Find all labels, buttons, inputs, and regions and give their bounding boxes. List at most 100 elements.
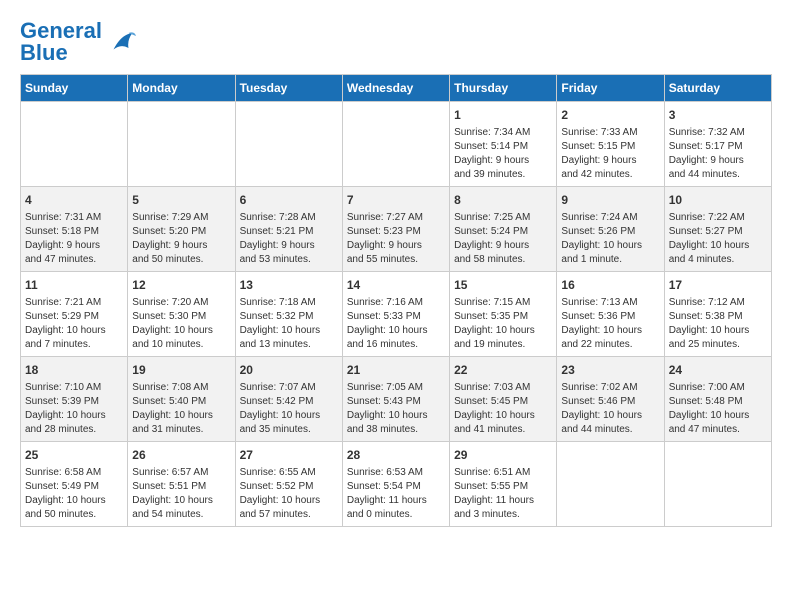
day-number: 26 [132, 446, 230, 464]
day-number: 3 [669, 106, 767, 124]
calendar-day-cell: 18 Sunrise: 7:10 AM Sunset: 5:39 PM Dayli… [21, 357, 128, 442]
day-number: 23 [561, 361, 659, 379]
weekday-header-cell: Friday [557, 75, 664, 102]
calendar-day-cell: 8 Sunrise: 7:25 AM Sunset: 5:24 PM Daylig… [450, 187, 557, 272]
day-info: Sunrise: 7:03 AM Sunset: 5:45 PM Dayligh… [454, 381, 552, 437]
calendar-day-cell: 21 Sunrise: 7:05 AM Sunset: 5:43 PM Dayli… [342, 357, 449, 442]
day-info: Sunrise: 7:02 AM Sunset: 5:46 PM Dayligh… [561, 381, 659, 437]
day-number: 13 [240, 276, 338, 294]
day-info: Sunrise: 7:20 AM Sunset: 5:30 PM Dayligh… [132, 296, 230, 352]
day-number: 20 [240, 361, 338, 379]
calendar-day-cell: 4Sunrise: 7:31 AM Sunset: 5:18 PM Daylig… [21, 187, 128, 272]
calendar-day-cell: 5Sunrise: 7:29 AM Sunset: 5:20 PM Daylig… [128, 187, 235, 272]
calendar-day-cell: 9 Sunrise: 7:24 AM Sunset: 5:26 PM Daylig… [557, 187, 664, 272]
day-number: 7 [347, 191, 445, 209]
day-info: Sunrise: 7:08 AM Sunset: 5:40 PM Dayligh… [132, 381, 230, 437]
calendar-day-cell: 19 Sunrise: 7:08 AM Sunset: 5:40 PM Dayli… [128, 357, 235, 442]
logo-bird-icon [106, 27, 136, 57]
calendar-day-cell: 20 Sunrise: 7:07 AM Sunset: 5:42 PM Dayli… [235, 357, 342, 442]
page-header: General Blue [20, 20, 772, 64]
day-number: 19 [132, 361, 230, 379]
weekday-header-cell: Thursday [450, 75, 557, 102]
logo: General Blue [20, 20, 136, 64]
day-info: Sunrise: 7:32 AM Sunset: 5:17 PM Dayligh… [669, 126, 767, 182]
calendar-day-cell: 22Sunrise: 7:03 AM Sunset: 5:45 PM Dayli… [450, 357, 557, 442]
day-number: 10 [669, 191, 767, 209]
day-number: 16 [561, 276, 659, 294]
calendar-week-row: 1 Sunrise: 7:34 AM Sunset: 5:14 PM Daylig… [21, 102, 772, 187]
day-info: Sunrise: 7:15 AM Sunset: 5:35 PM Dayligh… [454, 296, 552, 352]
calendar-day-cell: 11Sunrise: 7:21 AM Sunset: 5:29 PM Dayli… [21, 272, 128, 357]
calendar-day-cell: 24Sunrise: 7:00 AM Sunset: 5:48 PM Dayli… [664, 357, 771, 442]
calendar-body: 1 Sunrise: 7:34 AM Sunset: 5:14 PM Daylig… [21, 102, 772, 527]
calendar-day-cell: 28 Sunrise: 6:53 AM Sunset: 5:54 PM Dayli… [342, 442, 449, 527]
day-number: 15 [454, 276, 552, 294]
calendar-day-cell: 7 Sunrise: 7:27 AM Sunset: 5:23 PM Daylig… [342, 187, 449, 272]
day-info: Sunrise: 7:28 AM Sunset: 5:21 PM Dayligh… [240, 211, 338, 267]
day-number: 25 [25, 446, 123, 464]
calendar-day-cell [235, 102, 342, 187]
calendar-table: SundayMondayTuesdayWednesdayThursdayFrid… [20, 74, 772, 527]
day-number: 9 [561, 191, 659, 209]
calendar-week-row: 25 Sunrise: 6:58 AM Sunset: 5:49 PM Dayli… [21, 442, 772, 527]
calendar-day-cell: 16 Sunrise: 7:13 AM Sunset: 5:36 PM Dayli… [557, 272, 664, 357]
calendar-day-cell: 17 Sunrise: 7:12 AM Sunset: 5:38 PM Dayli… [664, 272, 771, 357]
weekday-header-cell: Wednesday [342, 75, 449, 102]
day-info: Sunrise: 7:18 AM Sunset: 5:32 PM Dayligh… [240, 296, 338, 352]
day-info: Sunrise: 7:31 AM Sunset: 5:18 PM Dayligh… [25, 211, 123, 267]
day-number: 12 [132, 276, 230, 294]
day-info: Sunrise: 7:24 AM Sunset: 5:26 PM Dayligh… [561, 211, 659, 267]
calendar-day-cell: 2Sunrise: 7:33 AM Sunset: 5:15 PM Daylig… [557, 102, 664, 187]
calendar-day-cell: 3 Sunrise: 7:32 AM Sunset: 5:17 PM Daylig… [664, 102, 771, 187]
calendar-day-cell: 27 Sunrise: 6:55 AM Sunset: 5:52 PM Dayli… [235, 442, 342, 527]
day-info: Sunrise: 6:55 AM Sunset: 5:52 PM Dayligh… [240, 466, 338, 522]
day-info: Sunrise: 7:12 AM Sunset: 5:38 PM Dayligh… [669, 296, 767, 352]
day-number: 6 [240, 191, 338, 209]
day-number: 17 [669, 276, 767, 294]
calendar-week-row: 18 Sunrise: 7:10 AM Sunset: 5:39 PM Dayli… [21, 357, 772, 442]
logo-text: General Blue [20, 20, 102, 64]
day-number: 18 [25, 361, 123, 379]
day-info: Sunrise: 7:22 AM Sunset: 5:27 PM Dayligh… [669, 211, 767, 267]
day-info: Sunrise: 7:29 AM Sunset: 5:20 PM Dayligh… [132, 211, 230, 267]
calendar-week-row: 4Sunrise: 7:31 AM Sunset: 5:18 PM Daylig… [21, 187, 772, 272]
day-info: Sunrise: 7:10 AM Sunset: 5:39 PM Dayligh… [25, 381, 123, 437]
weekday-header-cell: Saturday [664, 75, 771, 102]
day-number: 28 [347, 446, 445, 464]
day-info: Sunrise: 7:07 AM Sunset: 5:42 PM Dayligh… [240, 381, 338, 437]
calendar-day-cell [557, 442, 664, 527]
day-info: Sunrise: 7:05 AM Sunset: 5:43 PM Dayligh… [347, 381, 445, 437]
day-number: 1 [454, 106, 552, 124]
logo-blue: Blue [20, 40, 68, 65]
calendar-day-cell: 23 Sunrise: 7:02 AM Sunset: 5:46 PM Dayli… [557, 357, 664, 442]
calendar-day-cell: 29Sunrise: 6:51 AM Sunset: 5:55 PM Dayli… [450, 442, 557, 527]
day-info: Sunrise: 7:33 AM Sunset: 5:15 PM Dayligh… [561, 126, 659, 182]
day-info: Sunrise: 6:58 AM Sunset: 5:49 PM Dayligh… [25, 466, 123, 522]
day-number: 14 [347, 276, 445, 294]
day-info: Sunrise: 7:25 AM Sunset: 5:24 PM Dayligh… [454, 211, 552, 267]
calendar-day-cell [664, 442, 771, 527]
calendar-day-cell: 25 Sunrise: 6:58 AM Sunset: 5:49 PM Dayli… [21, 442, 128, 527]
day-info: Sunrise: 7:00 AM Sunset: 5:48 PM Dayligh… [669, 381, 767, 437]
calendar-day-cell: 12 Sunrise: 7:20 AM Sunset: 5:30 PM Dayli… [128, 272, 235, 357]
day-info: Sunrise: 6:51 AM Sunset: 5:55 PM Dayligh… [454, 466, 552, 522]
calendar-day-cell [342, 102, 449, 187]
calendar-day-cell [21, 102, 128, 187]
calendar-week-row: 11Sunrise: 7:21 AM Sunset: 5:29 PM Dayli… [21, 272, 772, 357]
day-number: 21 [347, 361, 445, 379]
calendar-day-cell: 1 Sunrise: 7:34 AM Sunset: 5:14 PM Daylig… [450, 102, 557, 187]
day-info: Sunrise: 7:34 AM Sunset: 5:14 PM Dayligh… [454, 126, 552, 182]
day-info: Sunrise: 6:57 AM Sunset: 5:51 PM Dayligh… [132, 466, 230, 522]
calendar-day-cell [128, 102, 235, 187]
day-info: Sunrise: 7:13 AM Sunset: 5:36 PM Dayligh… [561, 296, 659, 352]
weekday-header-cell: Monday [128, 75, 235, 102]
calendar-day-cell: 15 Sunrise: 7:15 AM Sunset: 5:35 PM Dayli… [450, 272, 557, 357]
day-info: Sunrise: 6:53 AM Sunset: 5:54 PM Dayligh… [347, 466, 445, 522]
day-number: 27 [240, 446, 338, 464]
day-number: 8 [454, 191, 552, 209]
calendar-day-cell: 6 Sunrise: 7:28 AM Sunset: 5:21 PM Daylig… [235, 187, 342, 272]
calendar-day-cell: 26 Sunrise: 6:57 AM Sunset: 5:51 PM Dayli… [128, 442, 235, 527]
calendar-day-cell: 13 Sunrise: 7:18 AM Sunset: 5:32 PM Dayli… [235, 272, 342, 357]
weekday-header-cell: Sunday [21, 75, 128, 102]
day-info: Sunrise: 7:27 AM Sunset: 5:23 PM Dayligh… [347, 211, 445, 267]
